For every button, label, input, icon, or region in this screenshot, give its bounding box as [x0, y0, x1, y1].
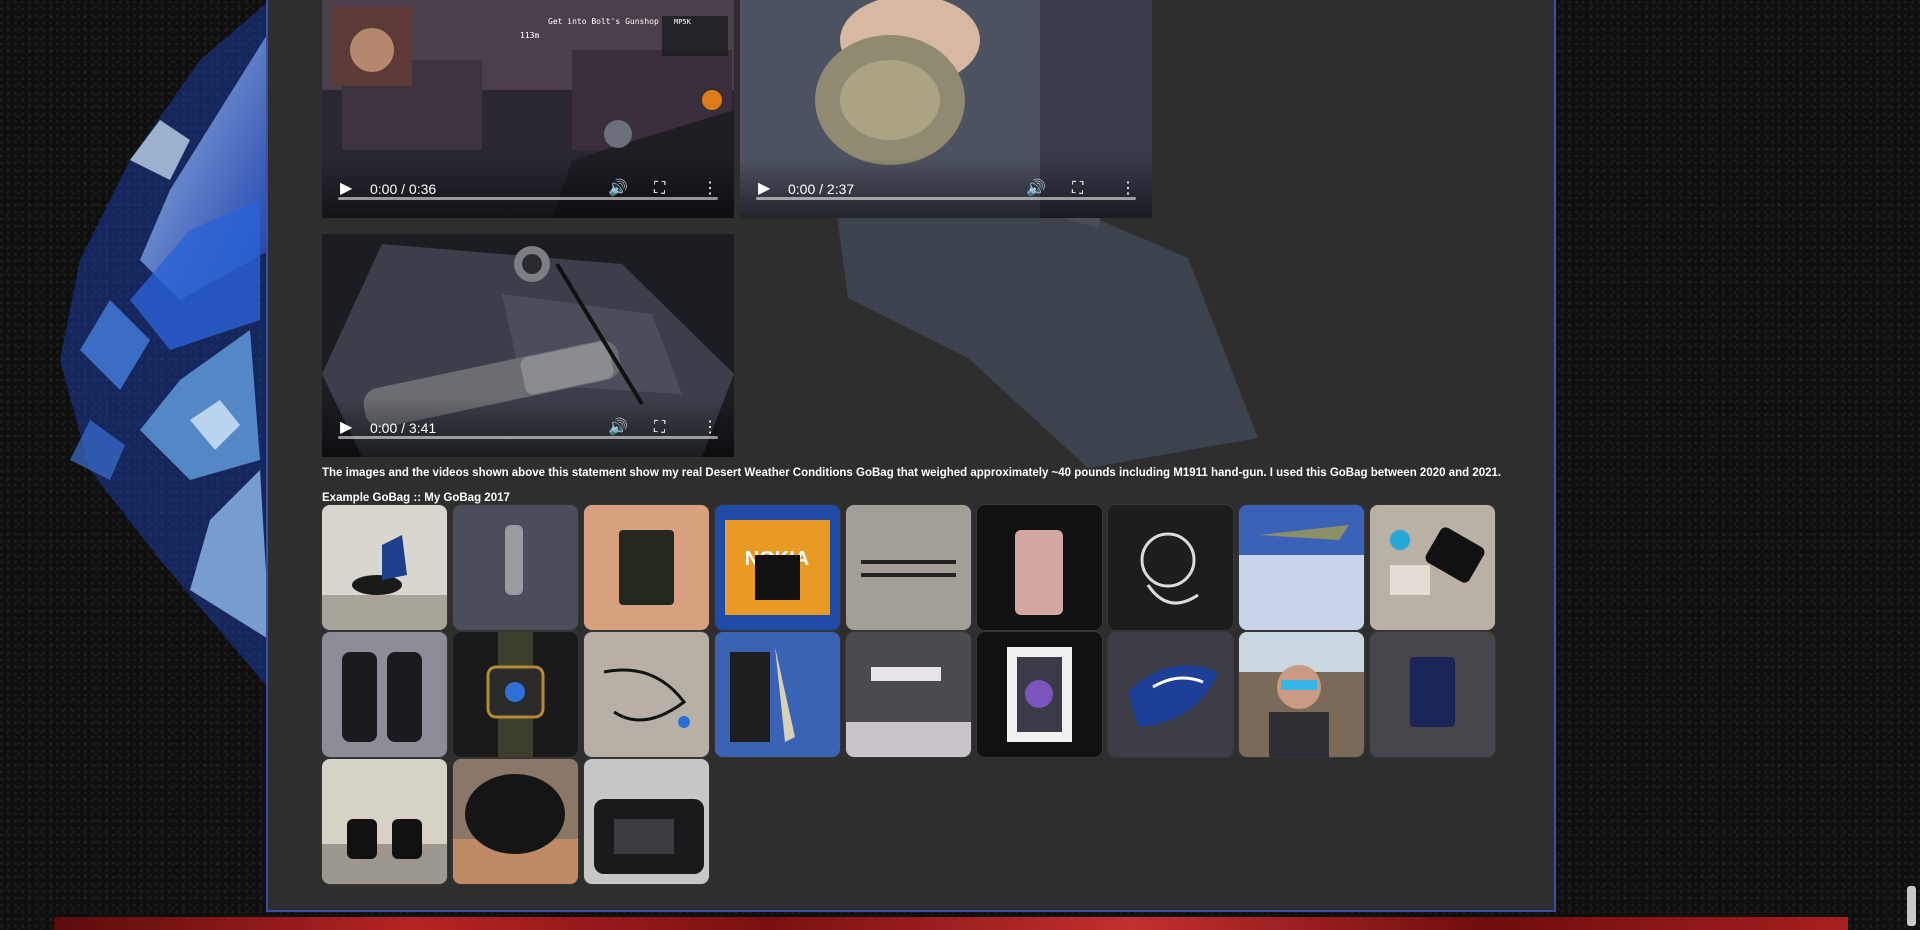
- gallery-thumb-fixed-blade-knife[interactable]: [715, 632, 840, 757]
- video-progress-1[interactable]: [338, 197, 718, 200]
- fullscreen-icon[interactable]: ⛶: [654, 180, 665, 198]
- footer-banner: [54, 917, 1848, 930]
- video-player-3[interactable]: ▶ 0:00 / 3:41 🔊 ⛶ ⋮: [322, 234, 734, 457]
- video-player-2[interactable]: ▶ 0:00 / 2:37 🔊 ⛶ ⋮: [740, 0, 1152, 218]
- more-vertical-icon[interactable]: ⋮: [702, 180, 718, 198]
- video-progress-3[interactable]: [338, 436, 718, 439]
- gallery-thumb-earphones[interactable]: [1108, 505, 1233, 630]
- gallery-thumb-scarf[interactable]: [846, 632, 971, 757]
- video-progress-2[interactable]: [756, 197, 1136, 200]
- video-controls-1: ▶ 0:00 / 0:36 🔊 ⛶ ⋮: [322, 158, 734, 218]
- gallery-thumb-knife-on-cloth[interactable]: [1239, 505, 1364, 630]
- play-icon[interactable]: ▶: [340, 180, 352, 198]
- play-icon[interactable]: ▶: [758, 180, 770, 198]
- gallery-thumb-shoes-white-floor[interactable]: [322, 505, 447, 630]
- volume-icon[interactable]: 🔊: [608, 180, 628, 198]
- gallery-thumb-wallet[interactable]: [584, 759, 709, 884]
- gallery-title: Example GoBag :: My GoBag 2017: [322, 492, 510, 504]
- video-controls-3: ▶ 0:00 / 3:41 🔊 ⛶ ⋮: [322, 397, 734, 457]
- objective-text: Get into Bolt's Gunshop: [548, 17, 659, 26]
- play-icon[interactable]: ▶: [340, 419, 352, 437]
- video-player-1[interactable]: Get into Bolt's Gunshop 113m MP5K ▶ 0:00…: [322, 0, 734, 218]
- fullscreen-icon[interactable]: ⛶: [654, 419, 665, 437]
- background-shards-art: [60, 0, 270, 690]
- page-scrollbar[interactable]: [1903, 0, 1920, 930]
- content-panel: Get into Bolt's Gunshop 113m MP5K ▶ 0:00…: [266, 0, 1556, 912]
- gallery-thumb-boots-floor[interactable]: [322, 759, 447, 884]
- more-vertical-icon[interactable]: ⋮: [1120, 180, 1136, 198]
- video-time-3: 0:00 / 3:41: [370, 420, 437, 436]
- volume-icon[interactable]: 🔊: [1026, 180, 1046, 198]
- gallery-thumb-boots-closeup[interactable]: [453, 759, 578, 884]
- gallery-thumb-iphone-rose[interactable]: [977, 505, 1102, 630]
- gallery-thumb-cable[interactable]: [584, 632, 709, 757]
- gallery-thumb-boots-pair[interactable]: [322, 632, 447, 757]
- gallery-thumb-pens[interactable]: [846, 505, 971, 630]
- scrollbar-thumb[interactable]: [1907, 886, 1916, 926]
- distance-text: 113m: [520, 31, 539, 40]
- gallery-thumb-watch[interactable]: [453, 632, 578, 757]
- volume-icon[interactable]: 🔊: [608, 419, 628, 437]
- video-time-1: 0:00 / 0:36: [370, 181, 437, 197]
- gallery-thumb-notebook[interactable]: [1370, 632, 1495, 757]
- gallery-thumb-wallet-items[interactable]: [1370, 505, 1495, 630]
- gallery-thumb-nokia-box[interactable]: NOKIA: [715, 505, 840, 630]
- gallery-thumb-selfie[interactable]: [1239, 632, 1364, 757]
- gobag-caption: The images and the videos shown above th…: [322, 467, 1502, 479]
- gallery-thumb-insoles[interactable]: [1108, 632, 1233, 757]
- video-time-2: 0:00 / 2:37: [788, 181, 855, 197]
- video-controls-2: ▶ 0:00 / 2:37 🔊 ⛶ ⋮: [740, 158, 1152, 218]
- gallery-thumb-zippo-lighter[interactable]: [584, 505, 709, 630]
- gallery-thumb-iphone-box[interactable]: [977, 632, 1102, 757]
- gallery-thumb-flashlight[interactable]: [453, 505, 578, 630]
- fullscreen-icon[interactable]: ⛶: [1072, 180, 1083, 198]
- more-vertical-icon[interactable]: ⋮: [702, 419, 718, 437]
- weapon-text: MP5K: [674, 18, 692, 26]
